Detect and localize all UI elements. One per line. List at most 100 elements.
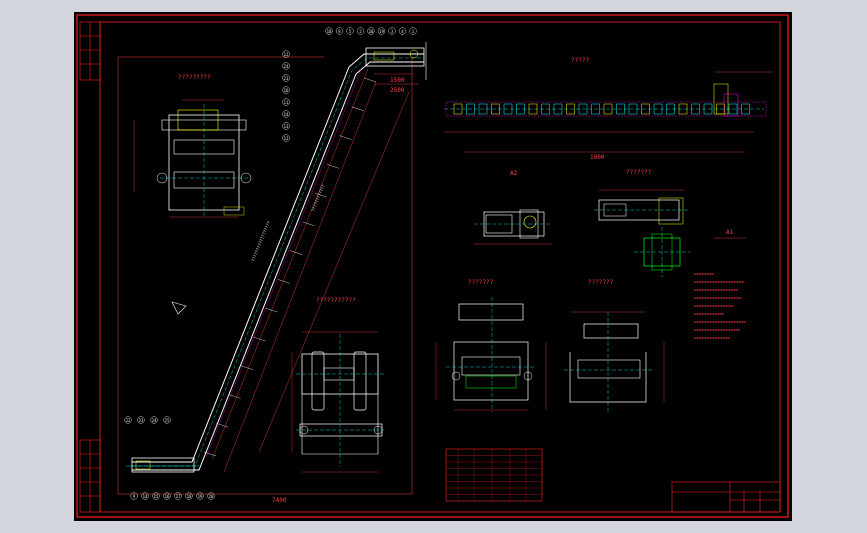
balloon-left-label: 12 [284,136,289,141]
mid-section-1-title: ??????? [468,279,494,286]
incline-rail-inner [132,61,424,471]
balloons-left: 12 24 23 16 11 14 13 12 [282,50,290,142]
incline-rail-center [132,57,424,467]
dim-top-width: 2500 [390,87,405,94]
balloon-left: 12 [282,50,290,58]
balloon-left: 11 [282,98,290,106]
balloon-bottom-label: 18 [187,494,192,499]
balloon-top: 8 [335,27,344,35]
balloon-left-label: 12 [284,52,289,57]
support-tick [265,307,278,313]
balloons-top: 10 8 5 2 20 19 3 4 1 [325,27,417,35]
technical-notes [694,273,746,339]
balloon-top-label: 2 [359,29,362,34]
dim-head-width: 1500 [390,77,405,84]
balloon-top: 3 [388,27,396,35]
support-tick [228,394,241,399]
balloon-bottom-top-label: 24 [152,418,157,423]
balloon-top: 1 [409,27,417,35]
balloon-left: 23 [282,74,290,82]
view-a1-label: A1 [726,229,734,236]
balloon-top-label: 8 [338,29,341,34]
balloon-bottom: 17 [174,492,182,500]
balloon-bottom-label: 14 [143,494,148,499]
balloon-left: 16 [282,86,290,94]
balloon-bottom: 19 [196,492,204,500]
balloon-bottom-label: 9 [133,494,136,499]
support-tick [363,77,377,83]
balloon-top: 10 [325,27,333,35]
head-drive-box [365,47,425,67]
balloon-top-label: 5 [349,29,352,34]
left-margin-strip-top [79,21,101,81]
balloon-bottom-top: 24 [150,416,158,424]
support-tick [290,250,303,255]
balloon-left-label: 16 [284,88,289,93]
balloons-bottom: 9 14 15 16 17 18 19 20 [130,492,215,500]
slope-symbol [171,301,187,315]
balloon-left: 24 [282,62,290,70]
drawing-sheet: 7400 1500 2500 10 8 5 2 20 19 3 4 1 12 24 23 16 11 14… [74,12,792,521]
left-section-view: ????????? [133,74,252,218]
balloon-bottom: 20 [207,492,215,500]
dim-gear-offset: 1000 [590,154,605,161]
balloon-left: 12 [282,134,290,142]
center-section-title: ??????????? [316,297,356,304]
balloon-top: 19 [377,27,386,35]
mid-section-2-title: ??????? [588,279,614,286]
view-a2-label: A2 [510,170,518,177]
balloon-bottom: 18 [185,492,193,500]
balloon-bottom-top: 23 [137,416,145,424]
scale-top-label: ????? [571,57,589,64]
balloon-left-label: 13 [284,124,289,129]
dim-overall-width: 7400 [272,497,287,504]
outer-frame [76,14,789,518]
balloon-bottom-label: 15 [154,494,159,499]
balloon-left-label: 23 [284,76,289,81]
left-section-title: ????????? [178,74,211,81]
balloons-bottom-top: 22 23 24 25 [124,416,171,424]
balloon-top-label: 10 [327,29,332,34]
inner-frame [99,21,781,513]
balloon-top: 5 [346,27,354,35]
balloon-left-label: 24 [284,64,289,69]
incline-note-2: ???????????? [310,183,326,212]
balloon-bottom-label: 20 [209,494,214,499]
balloon-bottom-label: 16 [165,494,170,499]
balloon-bottom: 9 [130,492,138,500]
balloon-bottom-label: 19 [198,494,203,499]
mid-section-2: ??????? [564,279,665,412]
mid-section-1: ??????? [435,279,547,412]
balloon-bottom-label: 17 [176,494,181,499]
balloon-top-label: 3 [391,29,394,34]
balloon-bottom: 16 [163,492,171,500]
balloon-top: 20 [367,27,375,35]
balloon-bottom-top-label: 25 [165,418,170,423]
incline-support-ticks [203,77,377,457]
balloon-top: 4 [398,27,407,35]
balloon-left: 13 [282,122,290,130]
balloon-top: 2 [356,27,365,35]
right-top-title: ??????? [626,169,652,176]
support-tick [339,135,352,140]
top-right-detail: ????? 1000 [444,57,774,161]
balloon-top-label: 19 [379,29,384,34]
balloon-bottom-top-label: 22 [126,418,131,423]
main-elevator-view: 7400 1500 2500 10 8 5 2 20 19 3 4 1 12 24 23 16 11 14… [117,27,427,504]
view-a1-notes: A1 [694,229,746,339]
balloon-top-label: 1 [412,29,415,34]
balloon-top-label: 4 [401,29,404,34]
support-tick [302,221,315,227]
balloon-left: 14 [282,110,290,118]
cad-drawing: 7400 1500 2500 10 8 5 2 20 19 3 4 1 12 24 23 16 11 14… [76,14,789,518]
support-tick [351,106,364,111]
balloon-bottom-top: 22 [124,416,132,424]
balloon-bottom-top: 25 [163,416,171,424]
center-section-view: ??????????? [291,297,386,473]
balloon-bottom: 14 [141,492,149,500]
parts-list-table [445,448,543,502]
balloon-left-label: 11 [284,100,289,105]
support-tick [253,336,266,342]
balloon-bottom-top-label: 23 [139,418,144,423]
balloon-top-label: 20 [369,29,374,34]
